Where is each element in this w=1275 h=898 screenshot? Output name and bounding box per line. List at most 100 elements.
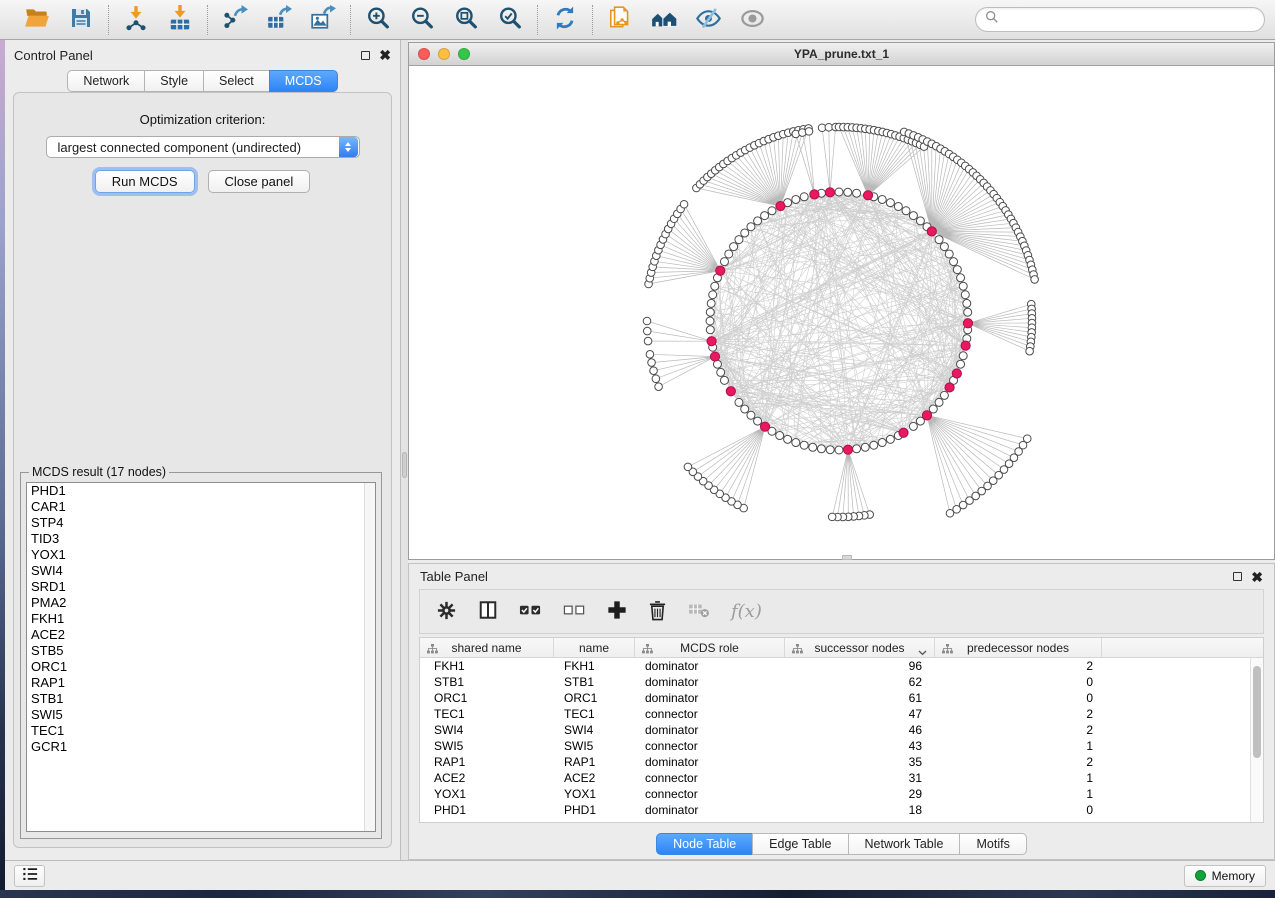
close-window-icon[interactable]	[418, 48, 430, 60]
table-cell[interactable]: YOX1	[420, 787, 554, 801]
table-cell[interactable]: dominator	[635, 803, 785, 817]
graph-node[interactable]	[792, 195, 800, 203]
graph-node[interactable]	[964, 308, 972, 316]
graph-hub-node[interactable]	[963, 319, 972, 328]
tab-node-table[interactable]: Node Table	[656, 833, 753, 855]
import-network-button[interactable]	[122, 6, 150, 34]
graph-node[interactable]	[828, 513, 836, 521]
graph-node[interactable]	[735, 236, 743, 244]
graph-hub-node[interactable]	[760, 422, 769, 431]
table-cell[interactable]: ACE2	[420, 771, 554, 785]
graph-hub-node[interactable]	[726, 387, 735, 396]
graph-node[interactable]	[643, 317, 651, 325]
mcds-result-item[interactable]: PHD1	[27, 483, 375, 499]
new-network-from-selection-button[interactable]	[606, 6, 634, 34]
graph-hub-node[interactable]	[952, 369, 961, 378]
table-cell[interactable]: 2	[935, 723, 1102, 737]
graph-node[interactable]	[963, 299, 971, 307]
graph-node[interactable]	[792, 439, 800, 447]
window-splitter-handle[interactable]	[842, 555, 852, 560]
zoom-out-button[interactable]	[408, 6, 436, 34]
open-button[interactable]	[23, 6, 51, 34]
table-cell[interactable]: 1	[935, 771, 1102, 785]
table-cell[interactable]: connector	[635, 787, 785, 801]
table-scrollbar-thumb[interactable]	[1253, 666, 1261, 758]
graph-node[interactable]	[861, 443, 869, 451]
graph-node[interactable]	[680, 200, 688, 208]
table-cell[interactable]: 31	[785, 771, 935, 785]
tab-style[interactable]: Style	[144, 70, 204, 92]
graph-node[interactable]	[894, 202, 902, 210]
table-row[interactable]: PHD1PHD1dominator180	[420, 802, 1263, 818]
table-cell[interactable]: 47	[785, 707, 935, 721]
graph-node[interactable]	[655, 383, 663, 391]
column-header-shared-name[interactable]: shared name	[420, 638, 554, 657]
table-cell[interactable]: YOX1	[554, 787, 635, 801]
table-cell[interactable]: 61	[785, 691, 935, 705]
mcds-result-item[interactable]: STB5	[27, 643, 375, 659]
graph-node[interactable]	[959, 282, 967, 290]
graph-node[interactable]	[835, 446, 843, 454]
run-mcds-button[interactable]: Run MCDS	[95, 170, 195, 193]
graph-node[interactable]	[709, 291, 717, 299]
graph-node[interactable]	[650, 367, 658, 375]
graph-hub-node[interactable]	[710, 352, 719, 361]
close-panel-icon[interactable]: ✖	[379, 50, 391, 60]
graph-node[interactable]	[761, 212, 769, 220]
table-cell[interactable]: 43	[785, 739, 935, 753]
table-cell[interactable]: RAP1	[420, 755, 554, 769]
graph-hub-node[interactable]	[863, 191, 872, 200]
zoom-selected-button[interactable]	[496, 6, 524, 34]
graph-node[interactable]	[853, 189, 861, 197]
panel-splitter[interactable]	[401, 40, 408, 860]
graph-node[interactable]	[747, 411, 755, 419]
table-cell[interactable]: ORC1	[420, 691, 554, 705]
mcds-result-item[interactable]: SWI5	[27, 707, 375, 723]
column-header-name[interactable]: name	[554, 638, 635, 657]
tab-network-table[interactable]: Network Table	[848, 833, 961, 855]
export-image-button[interactable]	[309, 6, 337, 34]
table-cell[interactable]: 46	[785, 723, 935, 737]
table-cell[interactable]: dominator	[635, 691, 785, 705]
graph-node[interactable]	[957, 274, 965, 282]
graph-node[interactable]	[953, 266, 961, 274]
graph-node[interactable]	[886, 199, 894, 207]
mcds-result-item[interactable]: GCR1	[27, 739, 375, 755]
table-row[interactable]: ORC1ORC1dominator610	[420, 690, 1263, 706]
graph-node[interactable]	[768, 207, 776, 215]
table-cell[interactable]: 1	[935, 787, 1102, 801]
float-panel-icon[interactable]	[361, 51, 370, 60]
graph-node[interactable]	[707, 299, 715, 307]
show-columns-button[interactable]	[478, 600, 498, 623]
mcds-result-item[interactable]: RAP1	[27, 675, 375, 691]
table-cell[interactable]: TEC1	[420, 707, 554, 721]
table-cell[interactable]: 0	[935, 803, 1102, 817]
graph-node[interactable]	[652, 375, 660, 383]
table-row[interactable]: RAP1RAP1dominator352	[420, 754, 1263, 770]
graph-node[interactable]	[916, 217, 924, 225]
mcds-result-item[interactable]: TEC1	[27, 723, 375, 739]
graph-hub-node[interactable]	[927, 227, 936, 236]
splitter-handle[interactable]	[402, 452, 407, 478]
table-cell[interactable]: PHD1	[554, 803, 635, 817]
graph-hub-node[interactable]	[707, 337, 716, 346]
table-cell[interactable]: RAP1	[554, 755, 635, 769]
mcds-result-item[interactable]: SRD1	[27, 579, 375, 595]
table-row[interactable]: YOX1YOX1connector291	[420, 786, 1263, 802]
tab-mcds[interactable]: MCDS	[269, 70, 338, 92]
graph-node[interactable]	[800, 193, 808, 201]
graph-hub-node[interactable]	[716, 266, 725, 275]
table-cell[interactable]: 2	[935, 755, 1102, 769]
graph-node[interactable]	[870, 441, 878, 449]
table-scrollbar[interactable]	[1250, 658, 1263, 822]
tab-select[interactable]: Select	[203, 70, 270, 92]
mcds-result-item[interactable]: TID3	[27, 531, 375, 547]
graph-node[interactable]	[835, 188, 843, 196]
table-cell[interactable]: SWI5	[554, 739, 635, 753]
table-cell[interactable]: 2	[935, 707, 1102, 721]
table-cell[interactable]: STB1	[554, 675, 635, 689]
graph-node[interactable]	[725, 250, 733, 258]
mcds-result-item[interactable]: FKH1	[27, 611, 375, 627]
graph-node[interactable]	[784, 435, 792, 443]
graph-hub-node[interactable]	[922, 411, 931, 420]
